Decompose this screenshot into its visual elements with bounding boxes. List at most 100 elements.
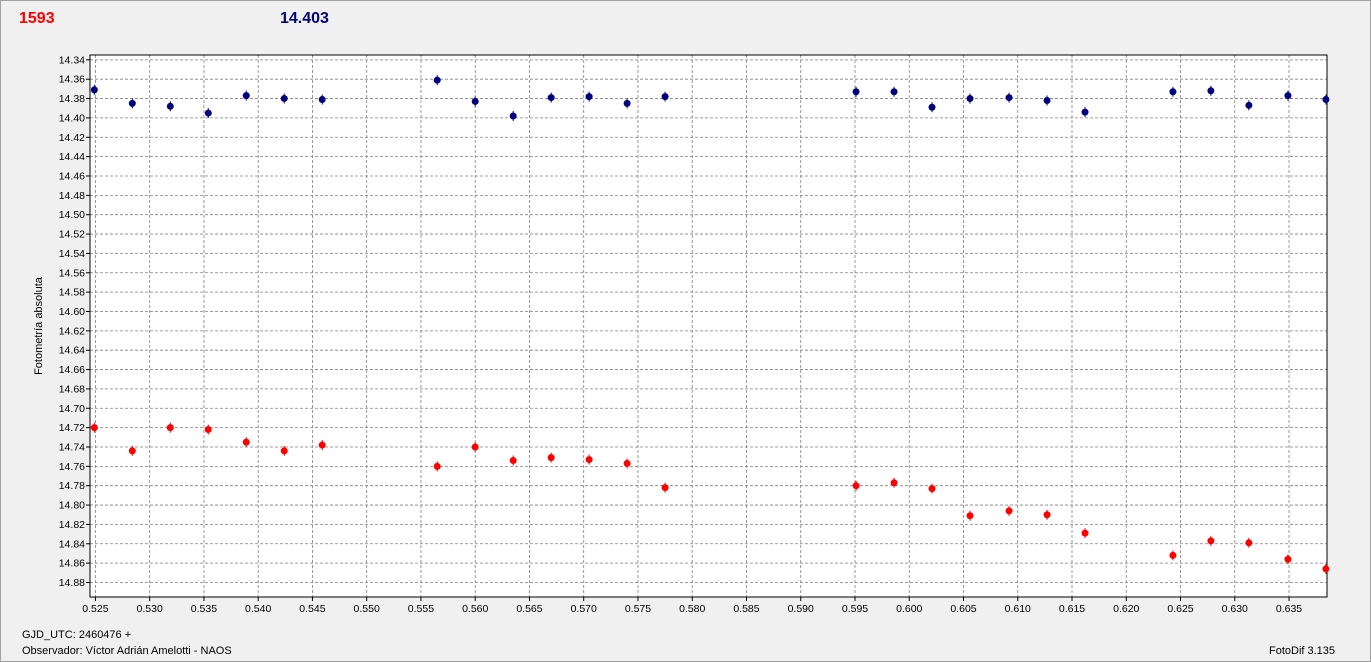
x-tick-label: 0.630 <box>1222 603 1248 615</box>
data-point <box>1169 551 1177 559</box>
y-tick-label: 14.58 <box>59 287 85 299</box>
data-point <box>204 426 212 434</box>
scatter-chart: 14.34 14.36 14.38 14.40 14.42 14.44 14.46 14.48… <box>33 54 1330 615</box>
data-point <box>509 112 517 120</box>
observer-label: Observador: Víctor Adrián Amelotti - NAO… <box>22 645 232 657</box>
data-point <box>509 457 517 465</box>
data-point <box>1322 96 1330 104</box>
y-tick-label: 14.36 <box>59 74 85 86</box>
data-point <box>661 93 669 101</box>
x-tick-label: 0.635 <box>1276 603 1302 615</box>
x-tick-label: 0.570 <box>571 603 597 615</box>
x-tick-label: 0.580 <box>679 603 705 615</box>
data-point <box>128 447 136 455</box>
data-point <box>585 93 593 101</box>
data-point <box>1245 539 1253 547</box>
data-point <box>547 94 555 102</box>
data-point <box>623 99 631 107</box>
y-tick-label: 14.38 <box>59 93 85 105</box>
data-point <box>433 76 441 84</box>
data-point <box>966 512 974 520</box>
x-tick-label: 0.605 <box>950 603 976 615</box>
y-tick-label: 14.78 <box>59 480 85 492</box>
data-point <box>90 424 98 432</box>
y-tick-label: 14.46 <box>59 170 85 182</box>
y-tick-label: 14.50 <box>59 209 85 221</box>
x-tick-label: 0.590 <box>788 603 814 615</box>
data-point <box>890 88 898 96</box>
x-tick-label: 0.620 <box>1113 603 1139 615</box>
x-tick-label: 0.550 <box>354 603 380 615</box>
data-point <box>1081 529 1089 537</box>
y-tick-label: 14.62 <box>59 325 85 337</box>
x-tick-label: 0.585 <box>733 603 759 615</box>
x-tick-label: 0.625 <box>1167 603 1193 615</box>
data-point <box>1005 94 1013 102</box>
data-point <box>128 99 136 107</box>
data-point <box>966 95 974 103</box>
data-point <box>242 438 250 446</box>
y-tick-label: 14.60 <box>59 306 85 318</box>
data-point <box>1245 101 1253 109</box>
data-point <box>471 443 479 451</box>
y-tick-label: 14.76 <box>59 461 85 473</box>
x-tick-label: 0.595 <box>842 603 868 615</box>
data-point <box>1043 511 1051 519</box>
data-point <box>1081 108 1089 116</box>
plot-area <box>90 55 1327 597</box>
data-point <box>585 456 593 464</box>
y-tick-label: 14.84 <box>59 538 85 550</box>
data-point <box>204 109 212 117</box>
y-tick-label: 14.34 <box>59 54 85 66</box>
y-tick-label: 14.54 <box>59 248 85 260</box>
data-point <box>90 86 98 94</box>
data-point <box>1284 555 1292 563</box>
data-point <box>1207 537 1215 545</box>
data-point <box>166 102 174 110</box>
y-tick-label: 14.72 <box>59 422 85 434</box>
x-tick-label: 0.525 <box>82 603 108 615</box>
data-point <box>318 441 326 449</box>
y-tick-label: 14.68 <box>59 383 85 395</box>
data-point <box>928 485 936 493</box>
y-tick-label: 14.64 <box>59 345 85 357</box>
y-tick-label: 14.88 <box>59 577 85 589</box>
data-point <box>623 459 631 467</box>
data-point <box>1043 96 1051 104</box>
y-tick-label: 14.40 <box>59 112 85 124</box>
data-point <box>1169 88 1177 96</box>
data-point <box>471 97 479 105</box>
data-point <box>1284 92 1292 100</box>
data-point <box>1005 507 1013 515</box>
y-tick-label: 14.52 <box>59 229 85 241</box>
y-tick-label: 14.48 <box>59 190 85 202</box>
x-tick-label: 0.610 <box>1005 603 1031 615</box>
y-tick-label: 14.82 <box>59 519 85 531</box>
y-tick-label: 14.74 <box>59 441 85 453</box>
x-tick-label: 0.555 <box>408 603 434 615</box>
data-point <box>661 484 669 492</box>
x-tick-label: 0.575 <box>625 603 651 615</box>
data-point <box>242 92 250 100</box>
x-tick-label: 0.615 <box>1059 603 1085 615</box>
data-point <box>1322 565 1330 573</box>
y-tick-label: 14.70 <box>59 403 85 415</box>
data-point <box>928 103 936 111</box>
data-point <box>1207 87 1215 95</box>
x-tick-label: 0.540 <box>245 603 271 615</box>
data-point <box>547 454 555 462</box>
data-point <box>890 479 898 487</box>
x-tick-label: 0.600 <box>896 603 922 615</box>
x-tick-label: 0.560 <box>462 603 488 615</box>
data-point <box>852 88 860 96</box>
data-point <box>852 482 860 490</box>
gjd-label: GJD_UTC: 2460476 + <box>22 629 132 641</box>
version-label: FotoDif 3.135 <box>1269 645 1336 657</box>
y-tick-label: 14.86 <box>59 558 85 570</box>
x-tick-label: 0.535 <box>191 603 217 615</box>
y-tick-label: 14.80 <box>59 500 85 512</box>
y-tick-label: 14.66 <box>59 364 85 376</box>
y-tick-label: 14.56 <box>59 267 85 279</box>
x-tick-label: 0.565 <box>516 603 542 615</box>
x-tick-label: 0.545 <box>299 603 325 615</box>
